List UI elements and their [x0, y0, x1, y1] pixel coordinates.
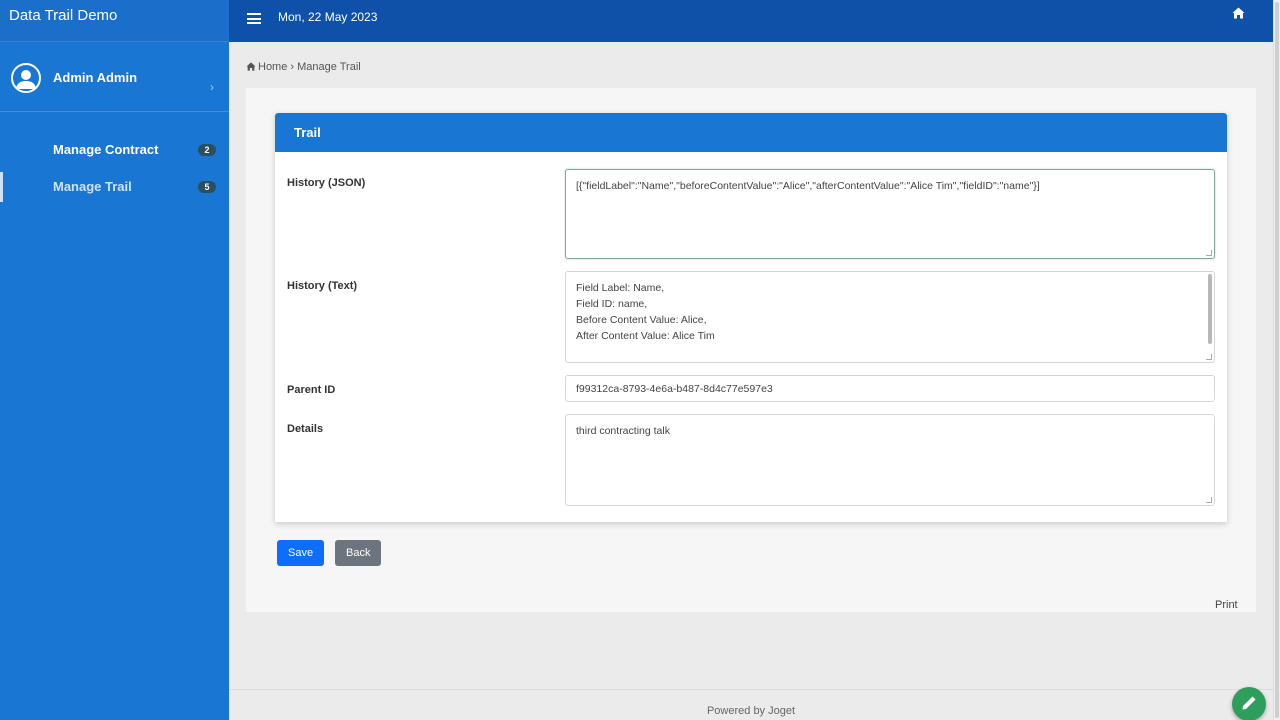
trail-form-card: Trail History (JSON) [{"fieldLabel":"Nam… [275, 113, 1227, 522]
home-icon[interactable] [1232, 7, 1245, 22]
resize-handle[interactable] [1206, 497, 1212, 503]
user-panel[interactable]: Admin Admin › [0, 42, 229, 112]
page-scrollbar[interactable] [1273, 0, 1280, 720]
save-button[interactable]: Save [277, 540, 325, 566]
history-text-line: Field Label: Name, [576, 282, 665, 294]
history-json-label: History (JSON) [287, 177, 366, 189]
textarea-scrollbar[interactable] [1208, 274, 1212, 344]
sidebar-menu: Manage Contract 2 Manage Trail 5 [0, 130, 229, 204]
footer: Powered by Joget [229, 689, 1273, 720]
sidebar: Data Trail Demo Admin Admin › Manage Con… [0, 0, 229, 720]
history-json-textarea[interactable]: [{"fieldLabel":"Name","beforeContentValu… [565, 169, 1215, 259]
footer-powered-by[interactable]: Powered by Joget [707, 705, 795, 717]
breadcrumb-separator: › [290, 61, 295, 73]
sidebar-item-label: Manage Trail [53, 179, 132, 194]
history-text-line: Field ID: name, [576, 298, 648, 310]
parent-id-label: Parent ID [287, 384, 336, 396]
form-title: Trail [275, 113, 1227, 152]
parent-id-value: f99312ca-8793-4e6a-b487-8d4c77e597e3 [576, 383, 773, 395]
history-text-line: After Content Value: Alice Tim [576, 330, 715, 342]
breadcrumb-current: Manage Trail [297, 61, 361, 73]
details-textarea[interactable]: third contracting talk [565, 414, 1215, 506]
sidebar-item-manage-trail[interactable]: Manage Trail 5 [0, 167, 229, 204]
user-name: Admin Admin [53, 70, 138, 85]
top-header: Mon, 22 May 2023 [229, 0, 1273, 42]
history-text-line: Before Content Value: Alice, [576, 314, 707, 326]
edit-fab-button[interactable] [1232, 687, 1266, 720]
header-date: Mon, 22 May 2023 [278, 10, 378, 24]
scrollbar-thumb[interactable] [1275, 2, 1279, 718]
history-json-value: [{"fieldLabel":"Name","beforeContentValu… [576, 180, 1040, 192]
active-indicator [0, 172, 3, 202]
main-content: Trail History (JSON) [{"fieldLabel":"Nam… [246, 88, 1256, 612]
count-badge: 2 [198, 144, 216, 156]
details-label: Details [287, 423, 324, 435]
breadcrumb: Home › Manage Trail [246, 61, 361, 74]
count-badge: 5 [198, 181, 216, 193]
hamburger-menu-icon[interactable] [247, 13, 261, 24]
resize-handle[interactable] [1206, 354, 1212, 360]
sidebar-item-manage-contract[interactable]: Manage Contract 2 [0, 130, 229, 167]
parent-id-input[interactable]: f99312ca-8793-4e6a-b487-8d4c77e597e3 [565, 375, 1215, 402]
home-icon [246, 62, 256, 74]
app-title[interactable]: Data Trail Demo [0, 0, 229, 42]
details-value: third contracting talk [576, 425, 670, 437]
history-text-textarea[interactable]: Field Label: Name, Field ID: name, Befor… [565, 271, 1215, 363]
breadcrumb-home-link[interactable]: Home [258, 61, 287, 73]
back-button[interactable]: Back [335, 540, 382, 566]
history-text-label: History (Text) [287, 280, 358, 292]
resize-handle[interactable] [1206, 250, 1212, 256]
print-link[interactable]: Print [1215, 599, 1238, 611]
chevron-right-icon[interactable]: › [210, 80, 214, 94]
sidebar-item-label: Manage Contract [53, 142, 159, 157]
user-avatar-icon [11, 63, 41, 93]
